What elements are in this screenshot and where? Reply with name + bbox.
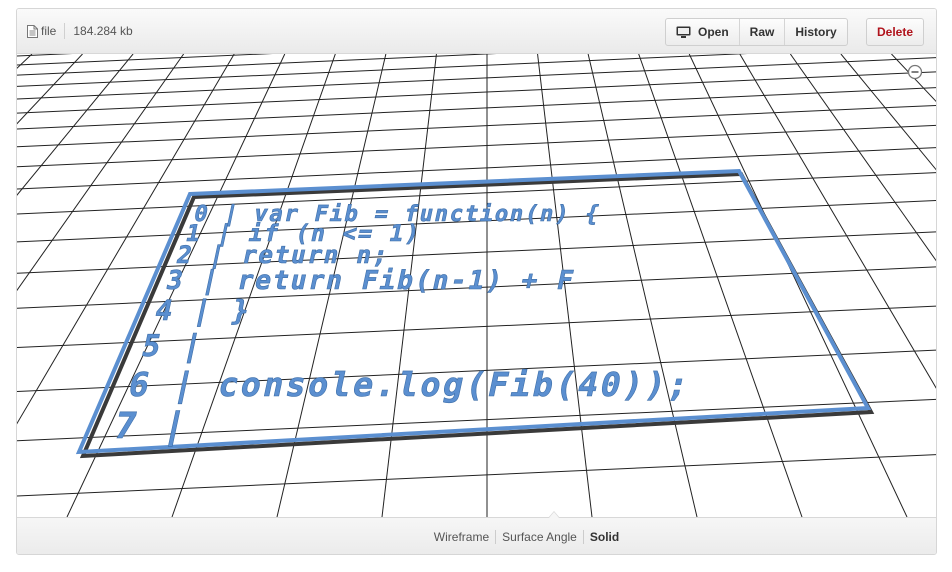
code-line: 4 | } [152, 294, 254, 327]
history-button-label: History [795, 25, 837, 39]
grid-line [688, 54, 908, 517]
file-header: file 184.284 kb Open Raw History Delete [17, 9, 936, 54]
code-line: 2 | return n; [174, 240, 392, 269]
3d-scene[interactable]: 0 | var Fib = function(n) {1 | if (n <= … [17, 54, 936, 517]
raw-button-label: Raw [749, 25, 775, 39]
grid-line [840, 54, 936, 171]
mode-surface-angle[interactable]: Surface Angle [496, 530, 583, 544]
grid-line [17, 54, 134, 196]
code-line: 7 | [110, 404, 193, 447]
file-name: file [41, 24, 57, 38]
open-button-label: Open [698, 25, 729, 39]
grid-line [17, 87, 936, 130]
file-size: 184.284 kb [73, 24, 133, 38]
stl-viewer-canvas[interactable]: 0 | var Fib = function(n) {1 | if (n <= … [17, 54, 936, 517]
grid-line [638, 54, 803, 517]
open-button[interactable]: Open [666, 19, 739, 45]
monitor-icon [676, 26, 691, 38]
code-line: 5 | [139, 329, 208, 364]
active-mode-indicator [548, 511, 560, 518]
history-button[interactable]: History [784, 19, 846, 45]
file-viewer-frame: file 184.284 kb Open Raw History Delete [16, 8, 937, 555]
file-info: file 184.284 kb [27, 9, 133, 53]
grid-line [17, 124, 936, 168]
grid-line [739, 54, 936, 389]
grid-line [587, 54, 698, 517]
grid-line [17, 54, 273, 66]
render-mode-bar: Wireframe Surface Angle Solid [17, 511, 936, 554]
grid-line [17, 454, 936, 497]
code-text-model: 0 | var Fib = function(n) {1 | if (n <= … [110, 201, 695, 447]
grid-line [17, 104, 936, 148]
delete-button-label: Delete [877, 25, 914, 39]
delete-button[interactable]: Delete [866, 18, 925, 46]
render-modes: Wireframe Surface Angle Solid [17, 518, 936, 554]
file-actions: Open Raw History [665, 18, 848, 46]
divider [64, 23, 66, 39]
grid-line [17, 54, 83, 125]
zoom-out-icon[interactable] [907, 64, 923, 80]
mode-wireframe[interactable]: Wireframe [428, 530, 495, 544]
code-line: 3 | return Fib(n-1) + F [164, 266, 578, 296]
raw-button[interactable]: Raw [738, 19, 785, 45]
grid-line [17, 54, 33, 69]
code-line: 6 | console.log(Fib(40)); [125, 365, 695, 404]
mode-solid[interactable]: Solid [584, 530, 625, 544]
file-icon [27, 24, 38, 38]
grid-line [789, 54, 936, 262]
